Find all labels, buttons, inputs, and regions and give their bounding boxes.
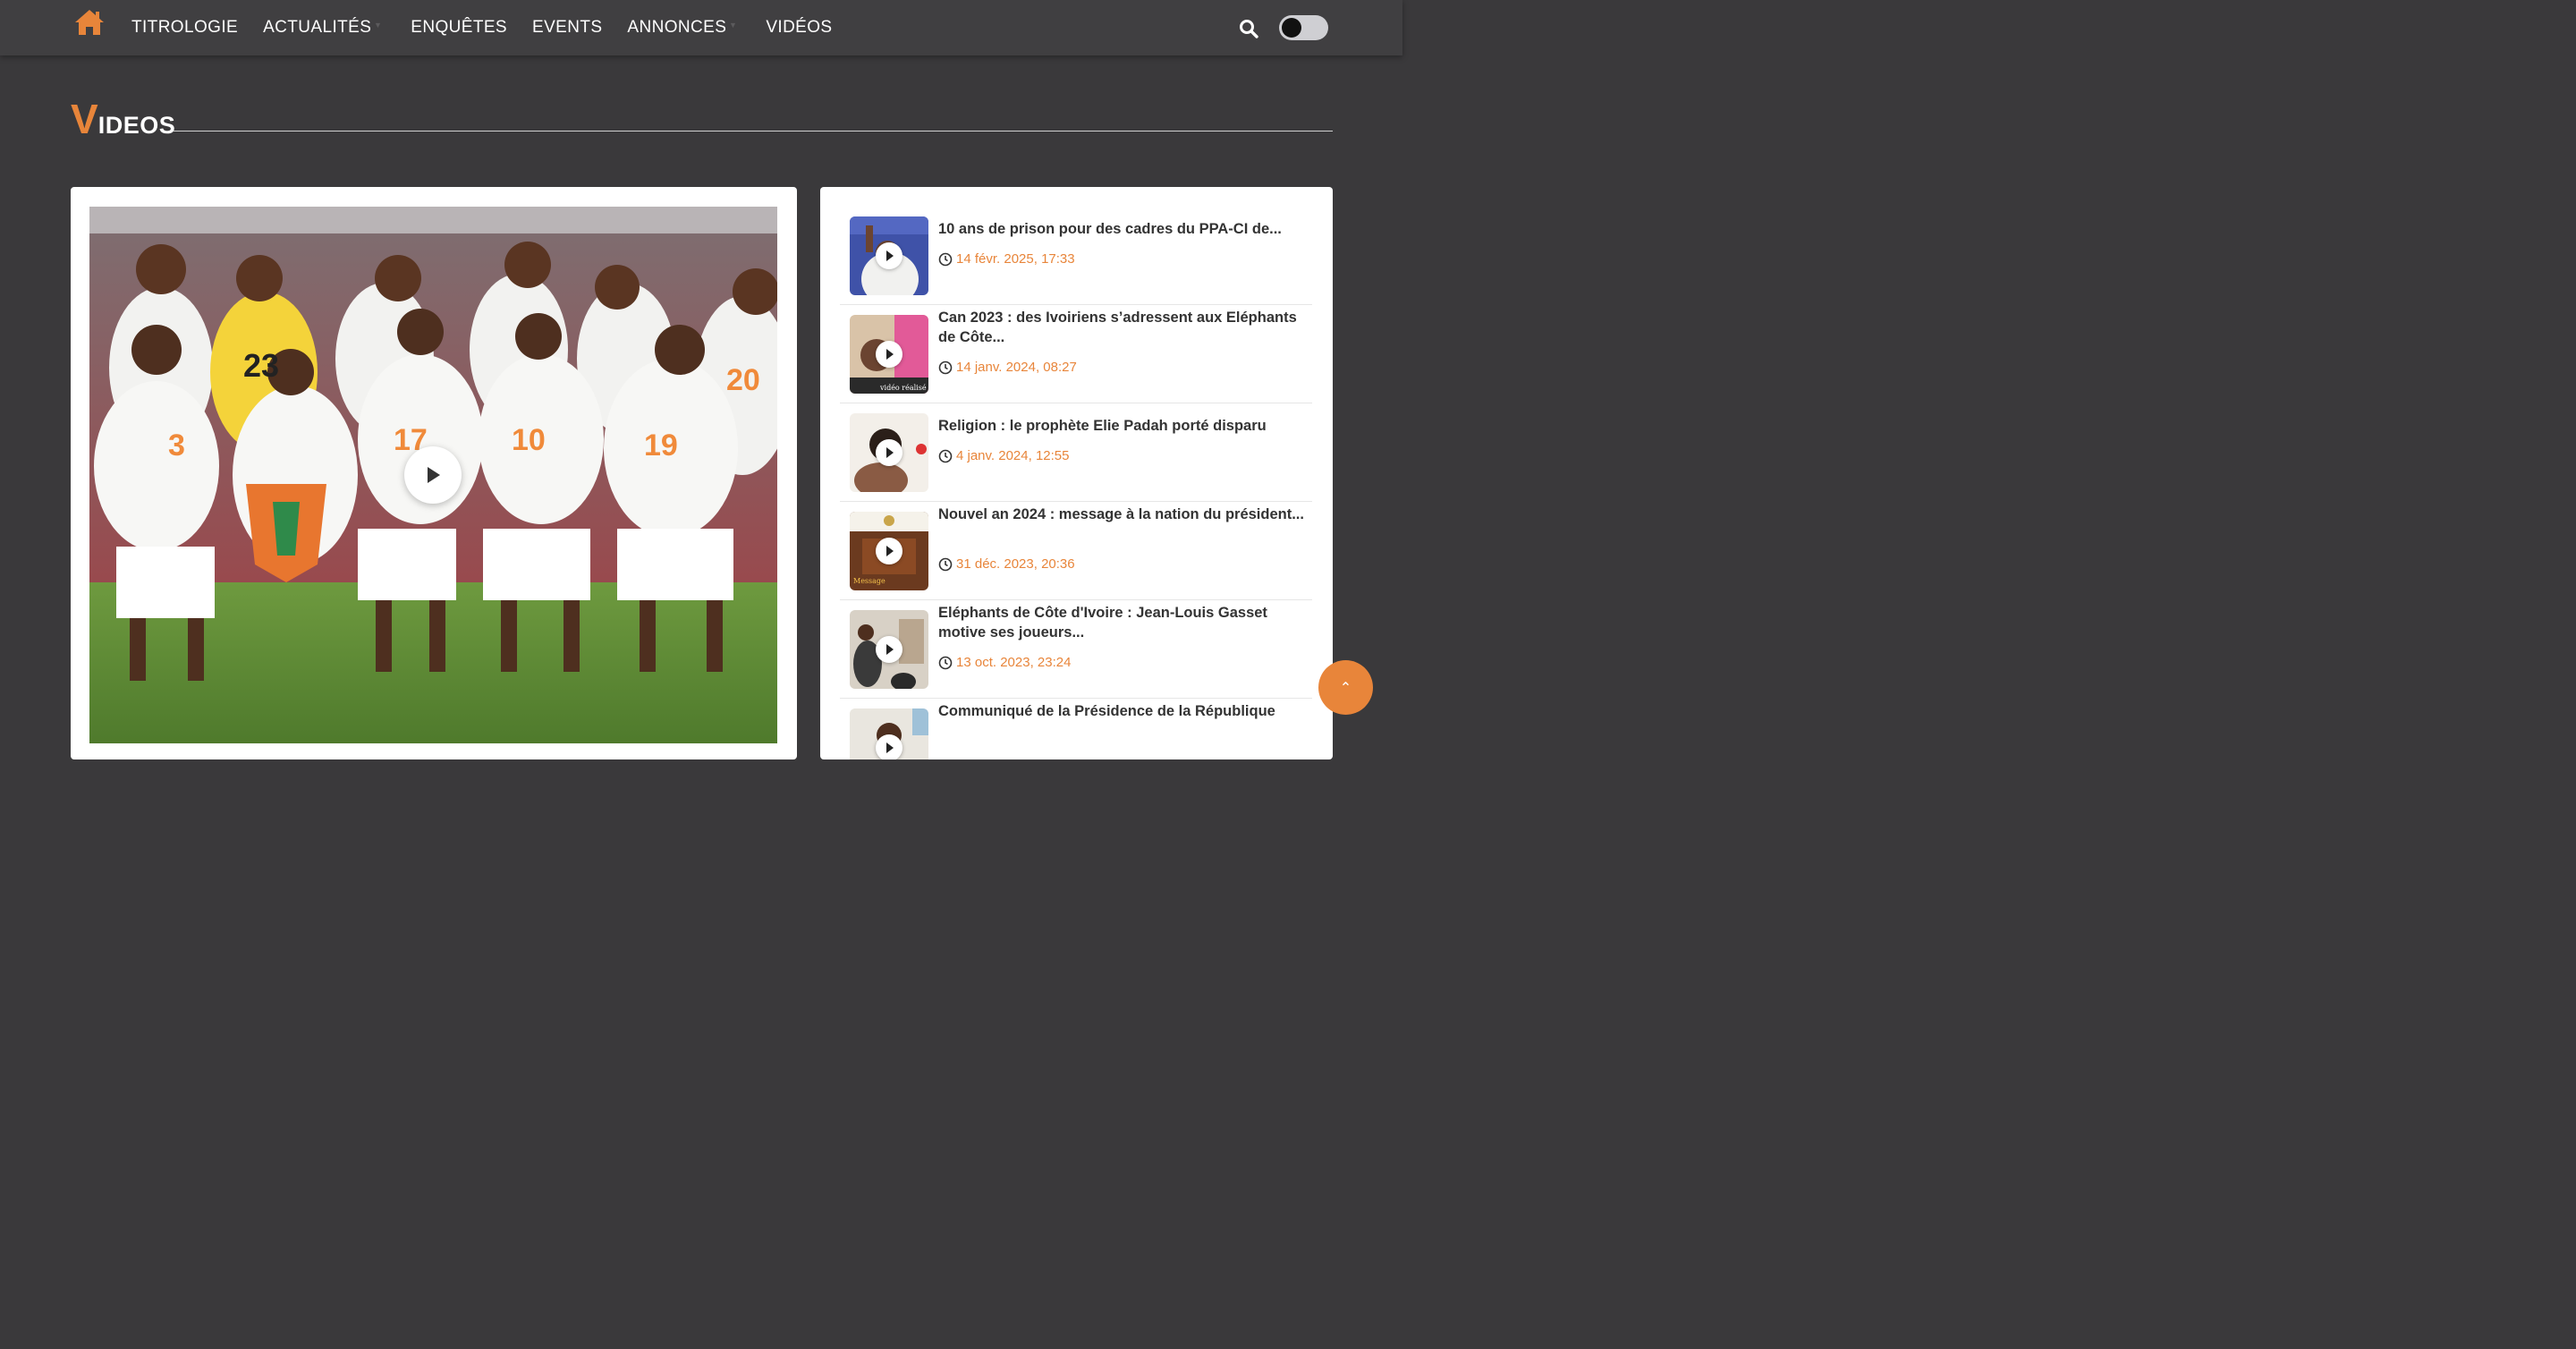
svg-text:20: 20 <box>726 363 760 397</box>
play-icon[interactable] <box>876 439 902 466</box>
home-icon[interactable] <box>74 9 105 36</box>
video-list-item[interactable]: Eléphants de Côte d'Ivoire : Jean-Louis … <box>840 600 1312 699</box>
nav-item-titrologie[interactable]: TITROLOGIE <box>131 18 238 38</box>
nav-item-enquetes[interactable]: ENQUÊTES <box>411 18 507 38</box>
video-thumbnail[interactable]: Message <box>850 512 928 590</box>
page-title-rest: IDEOS <box>97 112 176 139</box>
scroll-to-top-button[interactable]: ⌃ <box>1318 660 1373 715</box>
video-thumbnail[interactable]: vidéo réalisé <box>850 315 928 394</box>
nav-item-label: ACTUALITÉS <box>263 18 372 37</box>
chevron-double-up-icon: ⌃ <box>1339 679 1352 696</box>
video-list-item[interactable]: Religion : le prophète Elie Padah porté … <box>840 403 1312 502</box>
nav-item-videos[interactable]: VIDÉOS <box>766 18 832 38</box>
svg-text:10: 10 <box>512 423 546 457</box>
video-thumbnail[interactable] <box>850 216 928 295</box>
dark-mode-toggle[interactable] <box>1279 15 1328 40</box>
video-title[interactable]: Religion : le prophète Elie Padah porté … <box>938 416 1307 436</box>
video-date: 31 déc. 2023, 20:36 <box>938 556 1075 572</box>
featured-video-card: 3 17 10 19 20 23 <box>71 187 797 759</box>
page-title: V IDEOS <box>71 98 175 140</box>
clock-icon <box>938 361 953 374</box>
video-date: 13 oct. 2023, 23:24 <box>938 655 1071 670</box>
video-list-item[interactable]: 10 ans de prison pour des cadres du PPA-… <box>840 207 1312 305</box>
video-list-item[interactable]: vidéo réalisé Can 2023 : des Ivoiriens s… <box>840 305 1312 403</box>
play-icon[interactable] <box>876 734 902 759</box>
clock-icon <box>938 449 953 462</box>
nav-item-events[interactable]: EVENTS <box>532 18 602 38</box>
video-date-text: 31 déc. 2023, 20:36 <box>956 556 1075 572</box>
svg-text:Message: Message <box>853 577 886 585</box>
video-date: 14 janv. 2024, 08:27 <box>938 360 1077 375</box>
clock-icon <box>938 252 953 266</box>
nav-item-label: ANNONCES <box>627 18 727 37</box>
video-date-text: 13 oct. 2023, 23:24 <box>956 655 1072 670</box>
play-icon[interactable] <box>876 242 902 269</box>
caret-down-icon: ▼ <box>729 21 738 30</box>
video-thumbnail[interactable] <box>850 610 928 689</box>
video-title[interactable]: Can 2023 : des Ivoiriens s’adressent aux… <box>938 308 1307 347</box>
page-title-initial: V <box>71 96 98 142</box>
play-icon[interactable] <box>876 636 902 663</box>
video-thumbnail[interactable] <box>850 413 928 492</box>
featured-video-thumbnail[interactable]: 3 17 10 19 20 23 <box>89 207 777 743</box>
video-title[interactable]: Eléphants de Côte d'Ivoire : Jean-Louis … <box>938 603 1307 642</box>
caret-down-icon: ▼ <box>373 21 383 30</box>
title-divider <box>174 131 1333 132</box>
search-icon[interactable] <box>1239 19 1258 38</box>
video-date: 4 janv. 2024, 12:55 <box>938 448 1070 463</box>
video-list-card: 10 ans de prison pour des cadres du PPA-… <box>820 187 1333 759</box>
video-title[interactable]: Nouvel an 2024 : message à la nation du … <box>938 505 1307 524</box>
video-date-text: 4 janv. 2024, 12:55 <box>956 448 1070 463</box>
video-date-text: 14 janv. 2024, 08:27 <box>956 360 1077 375</box>
video-date: 14 févr. 2025, 17:33 <box>938 251 1075 267</box>
svg-text:23: 23 <box>243 347 279 384</box>
video-list-item[interactable]: Message Nouvel an 2024 : message à la na… <box>840 502 1312 600</box>
nav-item-actualites[interactable]: ACTUALITÉS ▼ <box>263 18 382 38</box>
video-thumbnail[interactable] <box>850 708 928 759</box>
toggle-knob <box>1282 18 1301 38</box>
clock-icon <box>938 656 953 669</box>
play-icon[interactable] <box>404 446 462 504</box>
video-list: 10 ans de prison pour des cadres du PPA-… <box>840 207 1312 759</box>
svg-text:3: 3 <box>168 428 185 462</box>
video-list-item[interactable]: Communiqué de la Présidence de la Républ… <box>840 699 1312 759</box>
video-date-text: 14 févr. 2025, 17:33 <box>956 251 1075 267</box>
svg-text:vidéo réalisé: vidéo réalisé <box>879 384 927 392</box>
main-nav: TITROLOGIE ACTUALITÉS ▼ ENQUÊTES EVENTS A… <box>131 0 858 55</box>
svg-text:19: 19 <box>644 428 678 462</box>
top-navbar: TITROLOGIE ACTUALITÉS ▼ ENQUÊTES EVENTS A… <box>0 0 1402 55</box>
video-title[interactable]: Communiqué de la Présidence de la Républ… <box>938 701 1307 721</box>
play-icon[interactable] <box>876 538 902 564</box>
play-icon[interactable] <box>876 341 902 368</box>
clock-icon <box>938 557 953 571</box>
nav-item-annonces[interactable]: ANNONCES ▼ <box>627 18 736 38</box>
video-title[interactable]: 10 ans de prison pour des cadres du PPA-… <box>938 219 1307 239</box>
